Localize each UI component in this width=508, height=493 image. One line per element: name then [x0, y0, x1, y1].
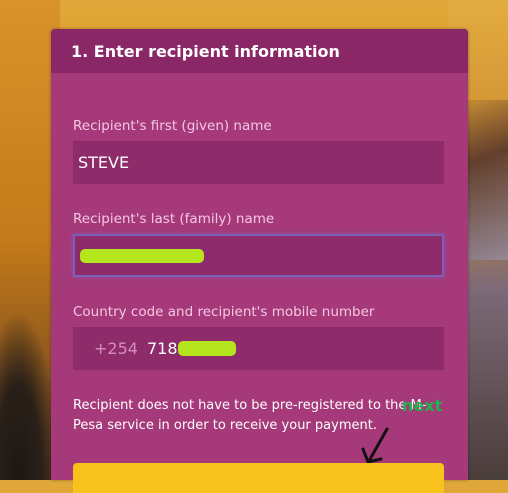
phone-label: Country code and recipient's mobile numb…: [73, 304, 375, 320]
first-name-label: Recipient's first (given) name: [73, 118, 272, 134]
recipient-form-panel: 1. Enter recipient information Recipient…: [51, 29, 468, 493]
last-name-label: Recipient's last (family) name: [73, 211, 275, 227]
phone-input[interactable]: +254 718: [73, 327, 444, 370]
first-name-value: STEVE: [78, 153, 130, 172]
arrow-annotation-icon: [361, 427, 389, 464]
next-button[interactable]: [73, 463, 444, 493]
form-title: 1. Enter recipient information: [71, 41, 340, 61]
next-annotation: next: [402, 396, 443, 415]
phone-redaction: [177, 341, 236, 356]
last-name-redaction: [80, 248, 204, 263]
phone-value: 718: [146, 339, 178, 358]
phone-country-code: +254: [94, 339, 138, 358]
first-name-input[interactable]: STEVE: [73, 141, 444, 184]
last-name-input[interactable]: [73, 234, 444, 277]
form-header: 1. Enter recipient information: [51, 29, 468, 73]
